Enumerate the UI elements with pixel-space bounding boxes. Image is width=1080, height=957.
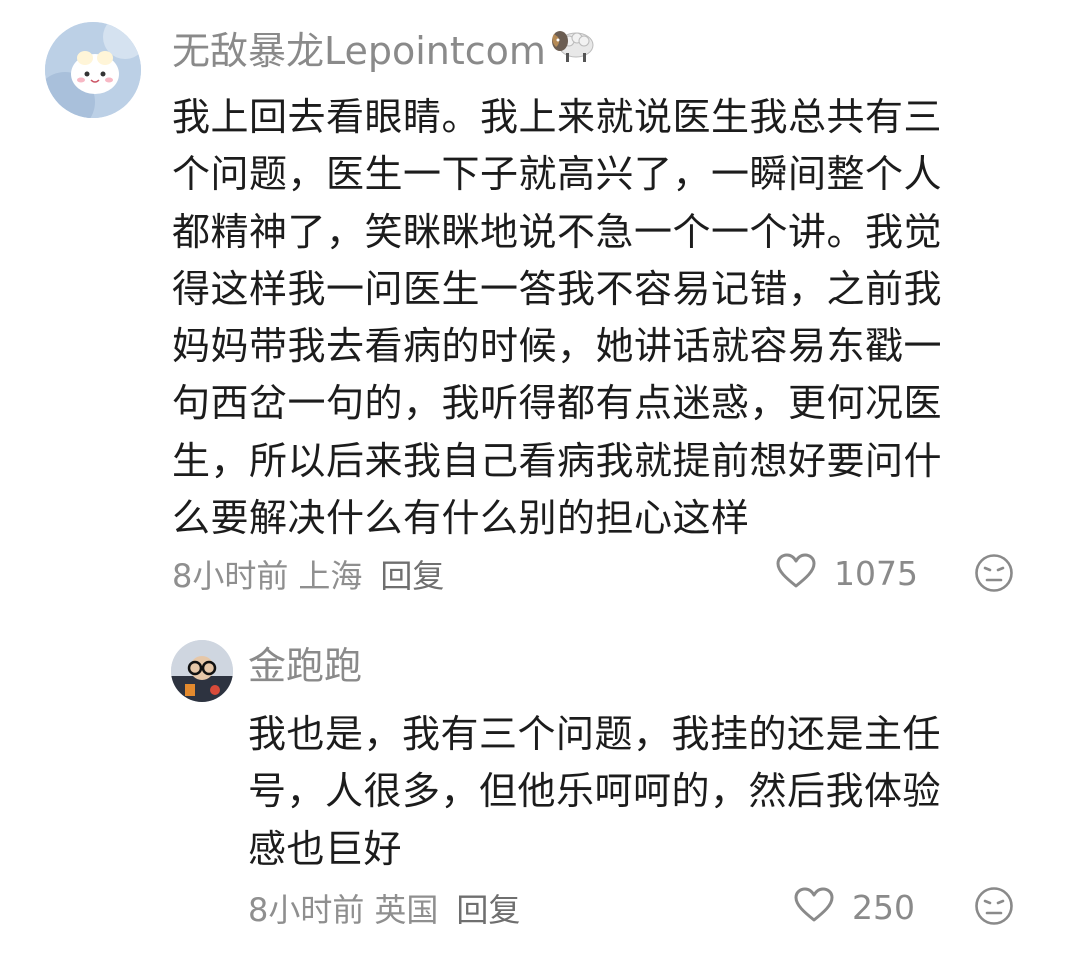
dislike-emoji-icon[interactable]	[974, 553, 1014, 597]
avatar[interactable]	[171, 640, 233, 702]
heart-icon[interactable]	[794, 887, 834, 927]
heart-icon[interactable]	[776, 553, 816, 593]
location: 英国	[374, 891, 439, 929]
comment-meta: 8小时前 英国 回复	[248, 885, 530, 931]
comment-meta: 8小时前 上海 回复	[172, 551, 454, 597]
timestamp: 8小时前	[248, 891, 365, 929]
timestamp: 8小时前	[172, 557, 289, 595]
comment-text: 我也是，我有三个问题，我挂的还是主任 号，人很多，但他乐呵呵的，然后我体验 感也…	[248, 712, 942, 871]
like-count: 1075	[834, 553, 918, 593]
dislike-emoji-icon[interactable]	[974, 886, 1014, 930]
like-count: 250	[852, 887, 915, 927]
location: 上海	[298, 557, 363, 595]
reply-button[interactable]: 回复	[380, 557, 444, 595]
ram-emoji-icon	[548, 21, 596, 74]
username[interactable]: 无敌暴龙Lepointcom	[172, 21, 596, 74]
username[interactable]: 金跑跑	[248, 642, 362, 690]
reply-button[interactable]: 回复	[456, 891, 520, 929]
comment-text: 我上回去看眼睛。我上来就说医生我总共有三 个问题，医生一下子就高兴了，一瞬间整个…	[172, 95, 943, 541]
avatar[interactable]	[45, 22, 141, 118]
like-button[interactable]: 1075	[776, 549, 918, 597]
like-button[interactable]: 250	[794, 883, 915, 931]
